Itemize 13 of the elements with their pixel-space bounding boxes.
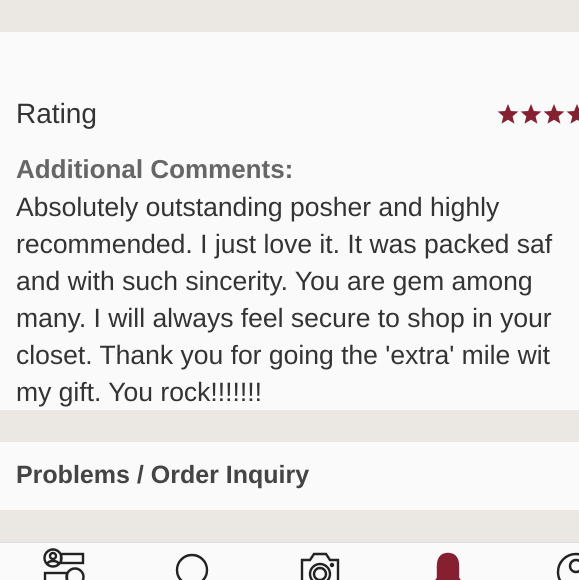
inquiry-row[interactable]: Problems / Order Inquiry [0,442,579,510]
comment-text: my gift. You rock!!!!!!! [16,376,263,409]
comment-text: closet. Thank you for going the 'extra' mile wit [16,339,551,372]
comment-text: many. I will always feel secure to shop in your [16,302,553,335]
star-icon [497,104,519,124]
comment-text: and with such sincerity. You are gem among [16,265,534,298]
comments-heading: Additional Comments: [16,153,294,186]
star-icon [520,104,542,124]
comment-text: recommended. I just love it. It was packed saf [16,228,554,261]
closet-icon[interactable] [42,548,86,580]
rating-label: Rating [16,97,97,131]
comment-text: Absolutely outstanding posher and highly [16,191,500,224]
inquiry-label: Problems / Order Inquiry [16,460,310,492]
